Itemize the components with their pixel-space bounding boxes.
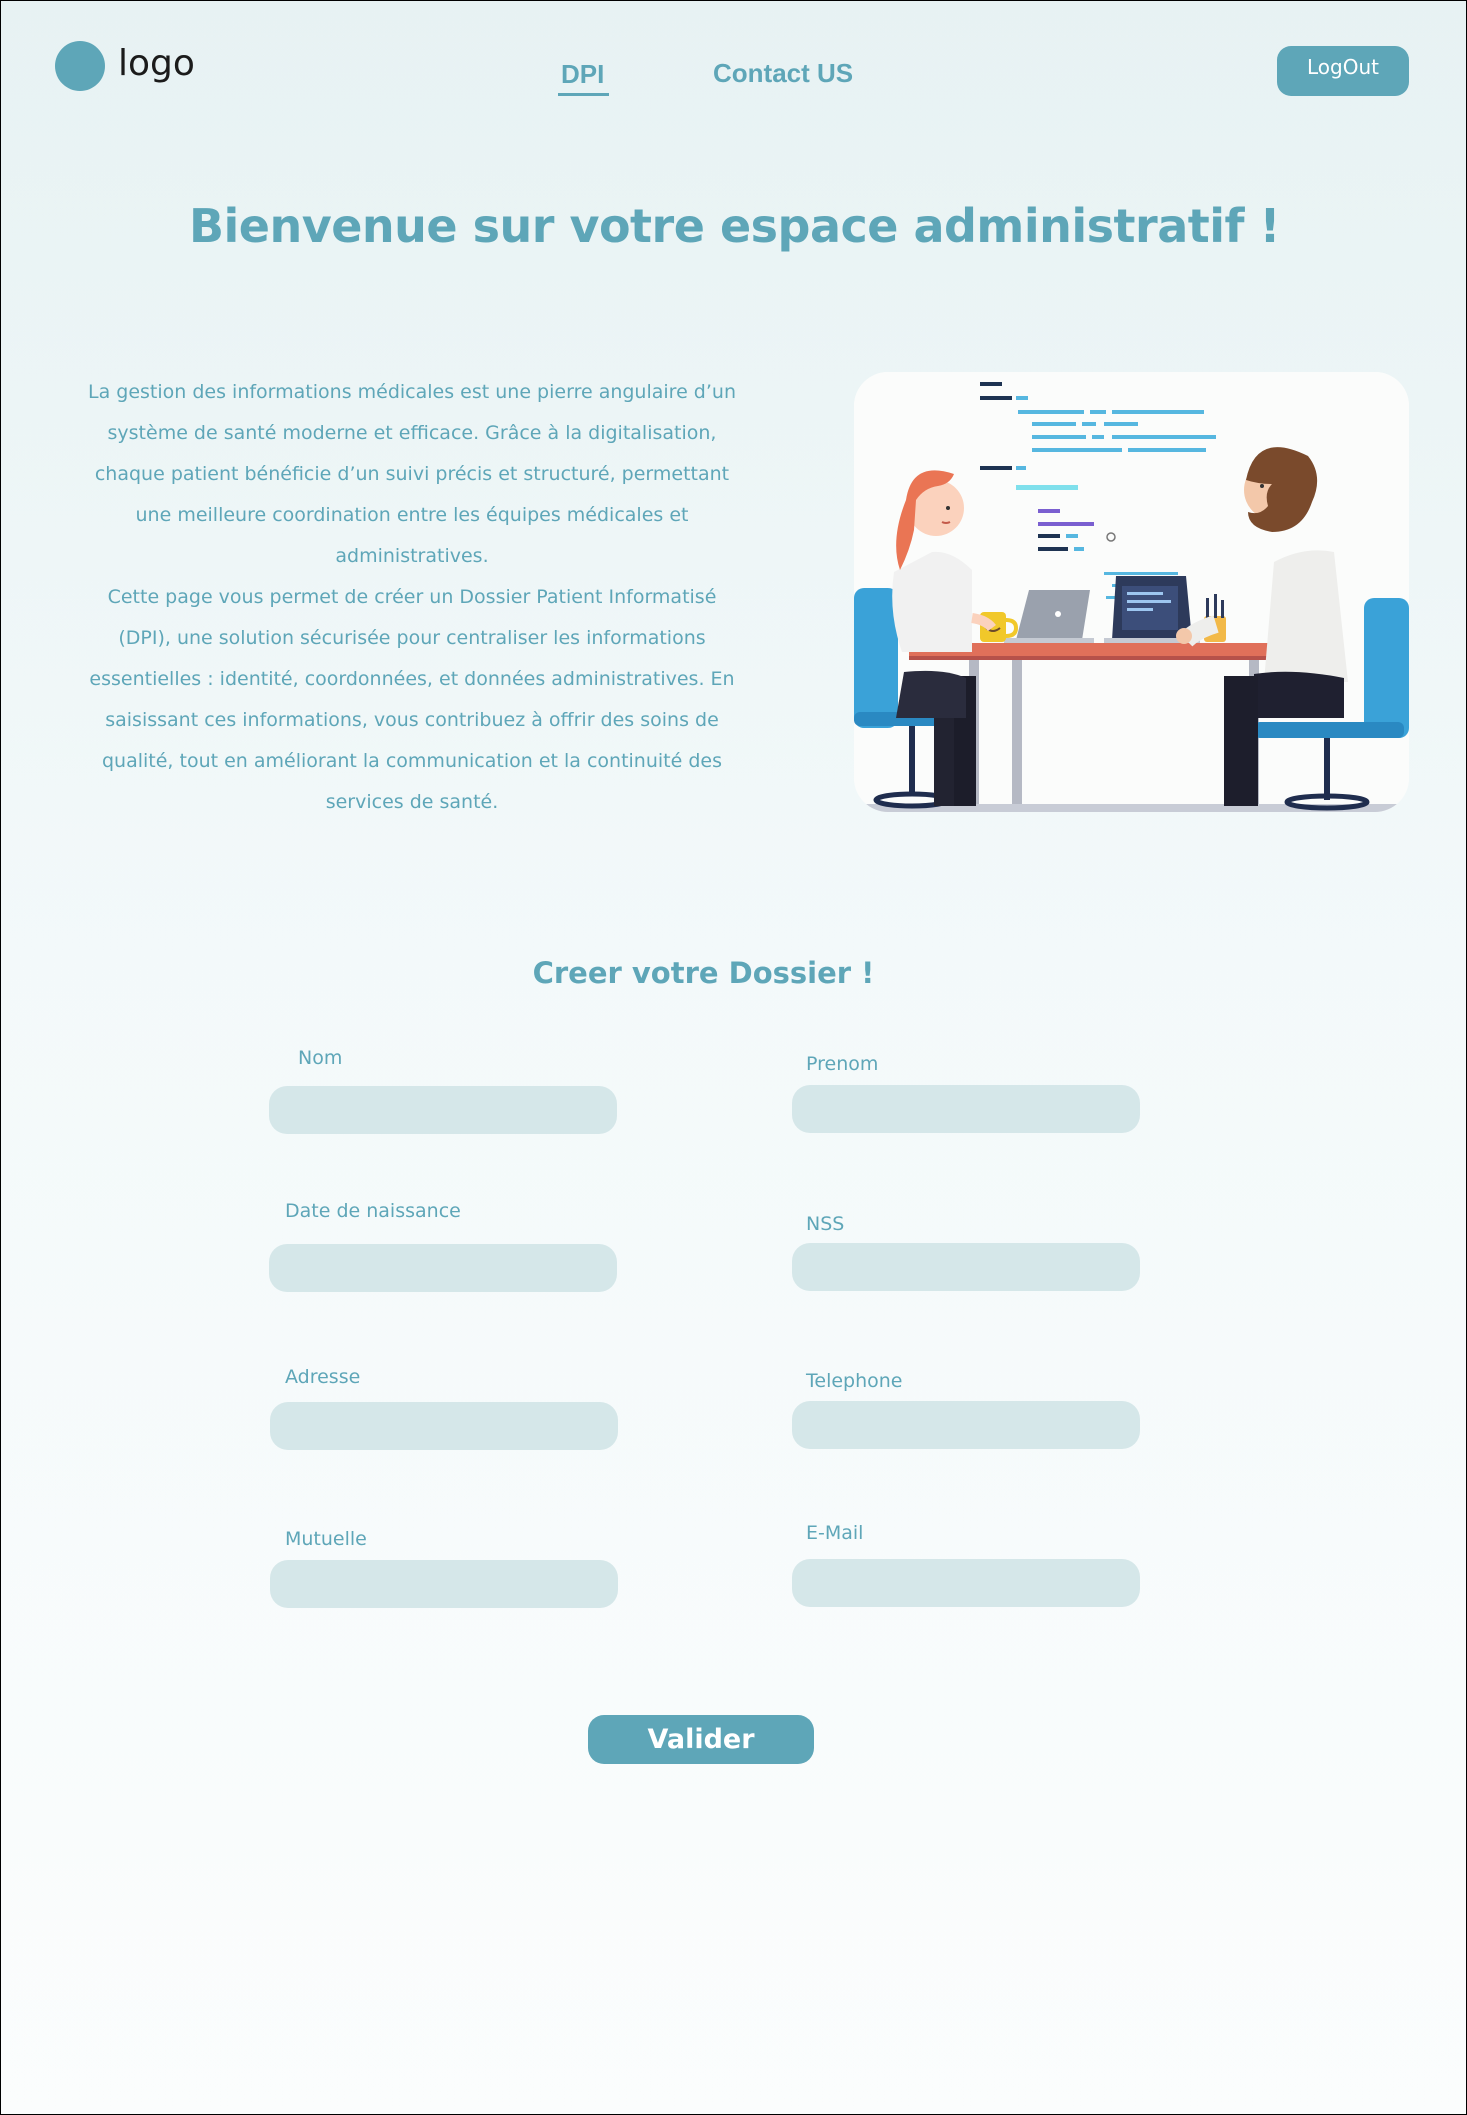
nss-label: NSS xyxy=(806,1213,845,1235)
office-illustration xyxy=(854,372,1409,812)
nom-input[interactable] xyxy=(269,1086,617,1134)
email-input[interactable] xyxy=(792,1559,1140,1607)
illustration-svg xyxy=(854,372,1409,812)
adresse-label: Adresse xyxy=(285,1366,361,1388)
mutuelle-input[interactable] xyxy=(270,1560,618,1608)
intro-paragraph-2: Cette page vous permet de créer un Dossi… xyxy=(89,586,735,813)
prenom-input[interactable] xyxy=(792,1085,1140,1133)
nom-label: Nom xyxy=(298,1047,343,1069)
nss-input[interactable] xyxy=(792,1243,1140,1291)
logo-text: logo xyxy=(118,43,195,84)
logout-button[interactable]: LogOut xyxy=(1277,46,1409,96)
mutuelle-label: Mutuelle xyxy=(285,1528,367,1550)
logo-icon xyxy=(55,41,105,91)
date-naissance-input[interactable] xyxy=(269,1244,617,1292)
telephone-label: Telephone xyxy=(806,1370,903,1392)
nav-link-contact[interactable]: Contact US xyxy=(713,58,853,89)
date-naissance-label: Date de naissance xyxy=(285,1200,461,1222)
email-label: E-Mail xyxy=(806,1522,864,1544)
form-title: Creer votre Dossier ! xyxy=(532,956,875,990)
telephone-input[interactable] xyxy=(792,1401,1140,1449)
valider-button[interactable]: Valider xyxy=(588,1715,814,1764)
adresse-input[interactable] xyxy=(270,1402,618,1450)
page-title: Bienvenue sur votre espace administratif… xyxy=(188,199,1281,253)
nav-active-indicator xyxy=(558,93,609,96)
intro-text: La gestion des informations médicales es… xyxy=(81,372,743,823)
prenom-label: Prenom xyxy=(806,1053,879,1075)
nav-link-dpi[interactable]: DPI xyxy=(561,59,604,90)
intro-paragraph-1: La gestion des informations médicales es… xyxy=(88,381,736,567)
